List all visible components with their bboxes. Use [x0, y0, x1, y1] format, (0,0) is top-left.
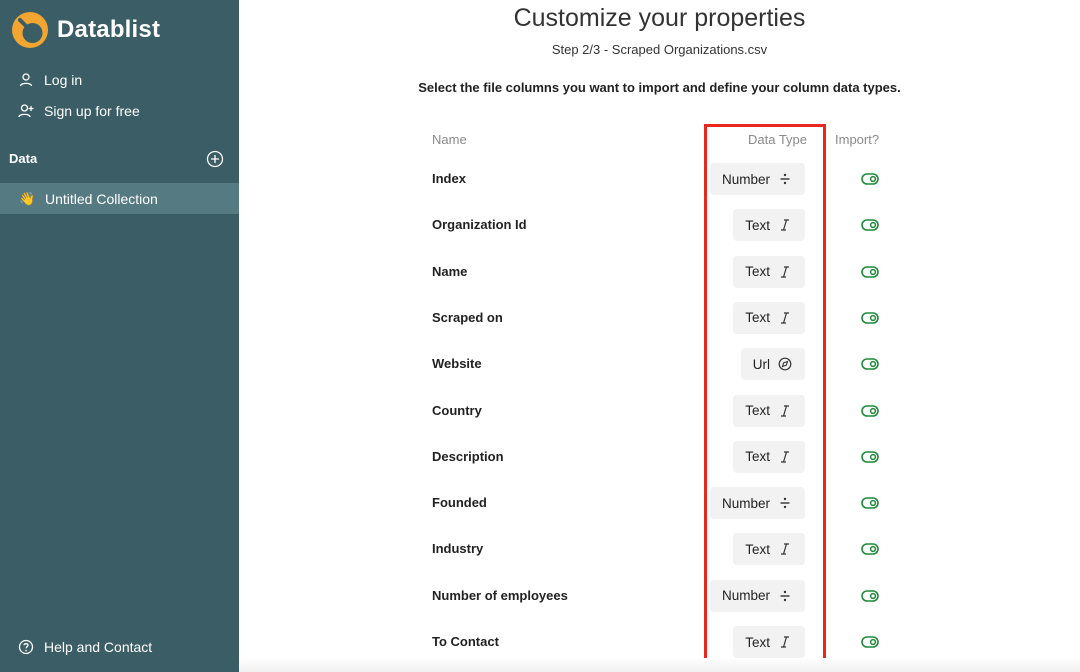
property-name: Description: [432, 448, 504, 464]
table-row: Organization Id Text: [239, 209, 1080, 255]
import-toggle[interactable]: [861, 635, 879, 649]
help-label: Help and Contact: [44, 639, 153, 655]
data-type-label: Text: [745, 634, 770, 650]
import-toggle[interactable]: [861, 218, 879, 232]
table-row: Industry Text: [239, 533, 1080, 579]
column-header-import: Import?: [835, 132, 880, 147]
data-type-label: Url: [752, 356, 770, 372]
data-type-button[interactable]: Text: [733, 394, 805, 427]
property-name: Scraped on: [432, 309, 503, 325]
sidebar-item-untitled-collection[interactable]: 👋 Untitled Collection: [0, 183, 239, 214]
datablist-logo-icon: [12, 12, 48, 48]
data-type-label: Number: [721, 495, 770, 511]
help-circle-icon: [18, 639, 34, 655]
step-subtitle: Step 2/3 - Scraped Organizations.csv: [551, 42, 768, 57]
data-type-button[interactable]: Text: [733, 209, 805, 242]
import-toggle[interactable]: [861, 450, 879, 464]
property-name: Name: [432, 263, 468, 279]
add-collection-icon[interactable]: [206, 150, 224, 168]
property-name: Industry: [432, 541, 484, 557]
table-row: Number of employees Number: [239, 579, 1080, 626]
italic-i-icon: [778, 450, 792, 464]
divide-icon: [778, 496, 792, 510]
data-type-label: Text: [745, 264, 770, 280]
property-name: Founded: [432, 495, 487, 511]
signup-label: Sign up for free: [44, 103, 140, 119]
instructions: Select the file columns you want to impo…: [418, 80, 901, 95]
divide-icon: [778, 589, 792, 603]
login-label: Log in: [44, 72, 83, 88]
table-row: Name Text: [239, 255, 1080, 302]
compass-icon: [778, 357, 792, 371]
user-plus-icon: [18, 104, 34, 118]
italic-i-icon: [778, 542, 792, 556]
import-toggle[interactable]: [861, 589, 879, 603]
data-type-button[interactable]: Text: [733, 440, 805, 473]
data-type-label: Text: [745, 217, 770, 233]
main-panel: Customize your properties Step 2/3 - Scr…: [239, 0, 1080, 672]
italic-i-icon: [778, 635, 792, 649]
data-type-button[interactable]: Text: [733, 255, 805, 288]
import-toggle[interactable]: [861, 496, 879, 510]
italic-i-icon: [778, 404, 792, 418]
import-toggle[interactable]: [861, 357, 879, 371]
sidebar: Datablist Log in Sign up for free Data 👋…: [0, 0, 239, 672]
table-row: Index Number: [239, 163, 1080, 209]
italic-i-icon: [778, 311, 792, 325]
collection-label: Untitled Collection: [45, 190, 158, 207]
property-name: Organization Id: [432, 217, 527, 233]
italic-i-icon: [778, 265, 792, 279]
import-toggle[interactable]: [861, 311, 879, 325]
table-row: Scraped on Text: [239, 301, 1080, 348]
data-type-label: Number: [721, 171, 770, 187]
property-name: Number of employees: [432, 587, 568, 603]
column-header-data-type: Data Type: [748, 132, 808, 147]
bottom-fade: [239, 658, 1080, 672]
brand[interactable]: Datablist: [11, 11, 160, 49]
data-type-button[interactable]: Number: [709, 163, 805, 195]
data-type-button[interactable]: Url: [740, 348, 805, 381]
data-type-button[interactable]: Text: [733, 301, 805, 334]
login-link[interactable]: Log in: [18, 72, 82, 88]
data-type-button[interactable]: Number: [709, 579, 805, 612]
property-name: Country: [432, 402, 482, 418]
import-toggle[interactable]: [861, 542, 879, 556]
data-type-label: Text: [745, 310, 770, 326]
data-section-label: Data: [9, 151, 38, 166]
data-type-button[interactable]: Text: [733, 533, 805, 566]
data-type-label: Text: [745, 449, 770, 465]
page-title: Customize your properties: [513, 4, 806, 32]
user-icon: [19, 73, 33, 87]
divide-icon: [778, 172, 792, 186]
property-name: To Contact: [432, 634, 499, 649]
signup-link[interactable]: Sign up for free: [18, 103, 140, 119]
waving-hand-icon: 👋: [19, 190, 36, 206]
help-link[interactable]: Help and Contact: [18, 639, 152, 655]
data-type-label: Number: [721, 588, 770, 604]
column-header-name: Name: [432, 132, 467, 147]
brand-name: Datablist: [57, 16, 161, 43]
table-row: Founded Number: [239, 487, 1080, 533]
import-toggle[interactable]: [861, 404, 879, 418]
import-toggle[interactable]: [861, 172, 879, 186]
data-type-label: Text: [745, 541, 770, 557]
import-toggle[interactable]: [861, 265, 879, 279]
data-type-button[interactable]: Number: [709, 487, 805, 520]
table-row: Country Text: [239, 394, 1080, 441]
table-row: Website Url: [239, 348, 1080, 394]
property-name: Website: [432, 356, 482, 372]
data-type-button[interactable]: Text: [733, 626, 805, 658]
table-row: Description Text: [239, 440, 1080, 487]
property-name: Index: [432, 171, 466, 186]
data-type-label: Text: [745, 403, 770, 418]
italic-i-icon: [778, 218, 792, 232]
